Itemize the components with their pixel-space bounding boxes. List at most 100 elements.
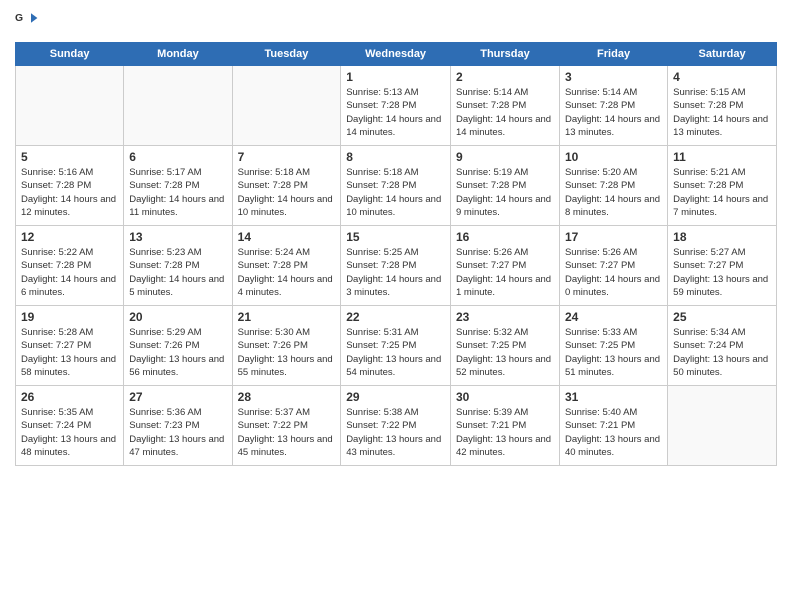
day-number: 8 [346,150,445,164]
week-row-2: 5 Sunrise: 5:16 AM Sunset: 7:28 PM Daylig… [16,146,777,226]
logo: G [15,10,43,34]
day-info: Sunrise: 5:31 AM Sunset: 7:25 PM Dayligh… [346,326,445,379]
day-cell: 23 Sunrise: 5:32 AM Sunset: 7:25 PM Dayli… [451,306,560,386]
weekday-header-monday: Monday [124,43,232,66]
day-number: 14 [238,230,336,244]
day-number: 24 [565,310,662,324]
weekday-header-friday: Friday [559,43,667,66]
day-number: 1 [346,70,445,84]
day-number: 11 [673,150,771,164]
day-number: 23 [456,310,554,324]
day-cell [124,66,232,146]
header: G [15,10,777,34]
day-info: Sunrise: 5:38 AM Sunset: 7:22 PM Dayligh… [346,406,445,459]
day-number: 27 [129,390,226,404]
day-info: Sunrise: 5:36 AM Sunset: 7:23 PM Dayligh… [129,406,226,459]
day-cell: 30Sunrise: 5:39 AM Sunset: 7:21 PM Dayli… [451,386,560,466]
day-info: Sunrise: 5:14 AM Sunset: 7:28 PM Dayligh… [565,86,662,139]
day-cell: 10Sunrise: 5:20 AM Sunset: 7:28 PM Dayli… [559,146,667,226]
day-info: Sunrise: 5:26 AM Sunset: 7:27 PM Dayligh… [565,246,662,299]
day-cell [232,66,341,146]
day-cell: 31 Sunrise: 5:40 AM Sunset: 7:21 PM Dayli… [559,386,667,466]
day-info: Sunrise: 5:29 AM Sunset: 7:26 PM Dayligh… [129,326,226,379]
logo-icon: G [15,10,39,34]
day-cell: 9 Sunrise: 5:19 AM Sunset: 7:28 PM Daylig… [451,146,560,226]
day-cell: 26 Sunrise: 5:35 AM Sunset: 7:24 PM Dayli… [16,386,124,466]
day-number: 25 [673,310,771,324]
day-number: 21 [238,310,336,324]
day-number: 2 [456,70,554,84]
day-info: Sunrise: 5:35 AM Sunset: 7:24 PM Dayligh… [21,406,118,459]
day-number: 6 [129,150,226,164]
day-number: 22 [346,310,445,324]
day-cell: 3 Sunrise: 5:14 AM Sunset: 7:28 PM Daylig… [559,66,667,146]
day-info: Sunrise: 5:19 AM Sunset: 7:28 PM Dayligh… [456,166,554,219]
day-number: 20 [129,310,226,324]
day-info: Sunrise: 5:39 AM Sunset: 7:21 PM Dayligh… [456,406,554,459]
day-number: 12 [21,230,118,244]
day-info: Sunrise: 5:18 AM Sunset: 7:28 PM Dayligh… [346,166,445,219]
day-number: 5 [21,150,118,164]
week-row-3: 12Sunrise: 5:22 AM Sunset: 7:28 PM Dayli… [16,226,777,306]
day-number: 4 [673,70,771,84]
day-cell: 1 Sunrise: 5:13 AM Sunset: 7:28 PM Daylig… [341,66,451,146]
day-number: 9 [456,150,554,164]
week-row-5: 26 Sunrise: 5:35 AM Sunset: 7:24 PM Dayli… [16,386,777,466]
day-number: 3 [565,70,662,84]
day-number: 29 [346,390,445,404]
weekday-header-tuesday: Tuesday [232,43,341,66]
day-cell: 28Sunrise: 5:37 AM Sunset: 7:22 PM Dayli… [232,386,341,466]
day-info: Sunrise: 5:40 AM Sunset: 7:21 PM Dayligh… [565,406,662,459]
day-info: Sunrise: 5:34 AM Sunset: 7:24 PM Dayligh… [673,326,771,379]
day-cell: 22 Sunrise: 5:31 AM Sunset: 7:25 PM Dayli… [341,306,451,386]
day-cell: 6Sunrise: 5:17 AM Sunset: 7:28 PM Daylig… [124,146,232,226]
day-cell: 21 Sunrise: 5:30 AM Sunset: 7:26 PM Dayli… [232,306,341,386]
day-number: 19 [21,310,118,324]
day-cell [668,386,777,466]
day-cell: 12Sunrise: 5:22 AM Sunset: 7:28 PM Dayli… [16,226,124,306]
day-cell [16,66,124,146]
day-cell: 11 Sunrise: 5:21 AM Sunset: 7:28 PM Dayli… [668,146,777,226]
svg-text:G: G [15,13,23,24]
day-cell: 18 Sunrise: 5:27 AM Sunset: 7:27 PM Dayli… [668,226,777,306]
day-cell: 17Sunrise: 5:26 AM Sunset: 7:27 PM Dayli… [559,226,667,306]
day-number: 26 [21,390,118,404]
day-info: Sunrise: 5:28 AM Sunset: 7:27 PM Dayligh… [21,326,118,379]
day-cell: 5 Sunrise: 5:16 AM Sunset: 7:28 PM Daylig… [16,146,124,226]
day-number: 15 [346,230,445,244]
day-cell: 13 Sunrise: 5:23 AM Sunset: 7:28 PM Dayli… [124,226,232,306]
day-cell: 24Sunrise: 5:33 AM Sunset: 7:25 PM Dayli… [559,306,667,386]
day-info: Sunrise: 5:16 AM Sunset: 7:28 PM Dayligh… [21,166,118,219]
day-info: Sunrise: 5:25 AM Sunset: 7:28 PM Dayligh… [346,246,445,299]
day-cell: 25 Sunrise: 5:34 AM Sunset: 7:24 PM Dayli… [668,306,777,386]
calendar-table: SundayMondayTuesdayWednesdayThursdayFrid… [15,42,777,466]
day-info: Sunrise: 5:13 AM Sunset: 7:28 PM Dayligh… [346,86,445,139]
weekday-header-row: SundayMondayTuesdayWednesdayThursdayFrid… [16,43,777,66]
day-number: 28 [238,390,336,404]
day-cell: 7 Sunrise: 5:18 AM Sunset: 7:28 PM Daylig… [232,146,341,226]
day-info: Sunrise: 5:32 AM Sunset: 7:25 PM Dayligh… [456,326,554,379]
day-info: Sunrise: 5:21 AM Sunset: 7:28 PM Dayligh… [673,166,771,219]
day-number: 7 [238,150,336,164]
day-info: Sunrise: 5:15 AM Sunset: 7:28 PM Dayligh… [673,86,771,139]
day-cell: 29 Sunrise: 5:38 AM Sunset: 7:22 PM Dayli… [341,386,451,466]
day-cell: 2 Sunrise: 5:14 AM Sunset: 7:28 PM Daylig… [451,66,560,146]
day-info: Sunrise: 5:18 AM Sunset: 7:28 PM Dayligh… [238,166,336,219]
day-cell: 14Sunrise: 5:24 AM Sunset: 7:28 PM Dayli… [232,226,341,306]
day-number: 13 [129,230,226,244]
day-info: Sunrise: 5:14 AM Sunset: 7:28 PM Dayligh… [456,86,554,139]
day-number: 31 [565,390,662,404]
day-cell: 19 Sunrise: 5:28 AM Sunset: 7:27 PM Dayli… [16,306,124,386]
weekday-header-sunday: Sunday [16,43,124,66]
day-info: Sunrise: 5:26 AM Sunset: 7:27 PM Dayligh… [456,246,554,299]
day-info: Sunrise: 5:30 AM Sunset: 7:26 PM Dayligh… [238,326,336,379]
day-info: Sunrise: 5:27 AM Sunset: 7:27 PM Dayligh… [673,246,771,299]
day-info: Sunrise: 5:23 AM Sunset: 7:28 PM Dayligh… [129,246,226,299]
day-cell: 8 Sunrise: 5:18 AM Sunset: 7:28 PM Daylig… [341,146,451,226]
day-info: Sunrise: 5:20 AM Sunset: 7:28 PM Dayligh… [565,166,662,219]
day-cell: 16Sunrise: 5:26 AM Sunset: 7:27 PM Dayli… [451,226,560,306]
weekday-header-wednesday: Wednesday [341,43,451,66]
day-cell: 15 Sunrise: 5:25 AM Sunset: 7:28 PM Dayli… [341,226,451,306]
day-number: 18 [673,230,771,244]
day-cell: 20 Sunrise: 5:29 AM Sunset: 7:26 PM Dayli… [124,306,232,386]
